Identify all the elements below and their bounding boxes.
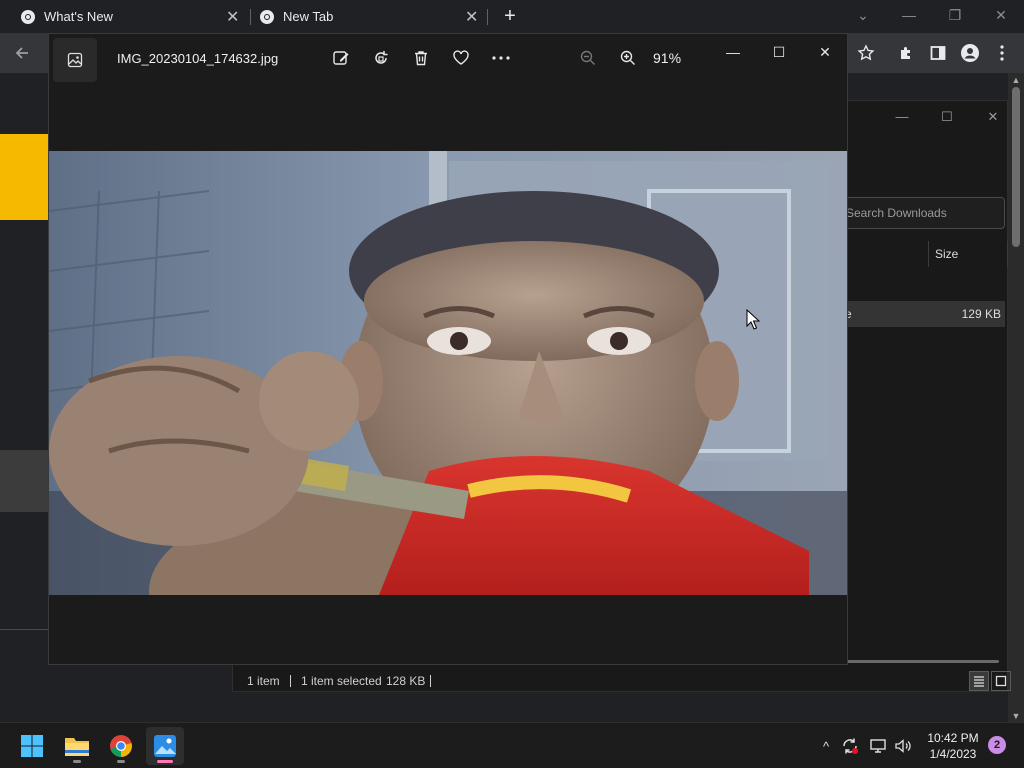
active-indicator	[157, 760, 173, 763]
page-scrollbar[interactable]: ▲ ▼	[1008, 73, 1024, 723]
sync-icon[interactable]	[840, 736, 860, 756]
back-arrow-icon[interactable]	[10, 41, 34, 65]
tab-whats-new[interactable]: What's New ✕	[20, 0, 250, 33]
taskbar-file-explorer[interactable]	[58, 727, 96, 765]
taskbar-photos[interactable]	[146, 727, 184, 765]
explorer-minimize-button[interactable]: —	[887, 109, 917, 125]
volume-icon[interactable]	[893, 736, 913, 756]
large-icons-view-icon	[995, 675, 1007, 687]
heart-icon	[453, 50, 469, 65]
network-icon[interactable]	[868, 736, 888, 756]
status-selected: 1 item selected	[301, 674, 382, 688]
status-selected-size: 128 KB	[386, 674, 426, 688]
side-panel-icon[interactable]	[926, 41, 950, 65]
status-item-count: 1 item	[247, 674, 280, 688]
start-button[interactable]	[13, 727, 51, 765]
windows-logo-icon	[21, 735, 43, 757]
chrome-favicon-icon	[21, 9, 35, 24]
column-divider[interactable]	[1007, 241, 1008, 267]
edit-image-icon	[333, 51, 349, 65]
taskbar: ^ 10:42 PM 1/4/2023 2	[0, 722, 1024, 768]
rotate-button[interactable]	[369, 46, 393, 70]
background-page-banner	[0, 134, 48, 220]
photos-maximize-button[interactable]: ☐	[765, 42, 793, 62]
photos-viewer-window: IMG_20230104_174632.jpg 91% — ☐ ✕	[48, 33, 848, 665]
photos-close-button[interactable]: ✕	[811, 42, 839, 62]
more-options-button[interactable]	[489, 46, 513, 70]
tab-title: What's New	[44, 9, 113, 24]
running-indicator	[117, 760, 125, 763]
profile-avatar-icon[interactable]	[958, 41, 982, 65]
photos-minimize-button[interactable]: —	[719, 42, 747, 62]
column-divider[interactable]	[928, 241, 929, 267]
explorer-maximize-button[interactable]: ☐	[932, 109, 962, 125]
browser-minimize-button[interactable]: —	[898, 4, 920, 26]
zoom-out-button[interactable]	[576, 46, 600, 70]
column-header-size[interactable]: Size	[935, 247, 958, 261]
trash-icon	[415, 51, 427, 66]
scroll-thumb[interactable]	[1012, 87, 1020, 247]
clock-date: 1/4/2023	[929, 747, 977, 761]
tab-search-dropdown-icon[interactable]: ⌄	[852, 4, 874, 26]
tab-separator	[487, 9, 488, 25]
more-dots-icon	[492, 56, 510, 60]
explorer-close-button[interactable]: ✕	[978, 109, 1008, 125]
new-tab-button[interactable]: +	[499, 4, 521, 28]
details-view-button[interactable]	[969, 671, 989, 691]
mouse-cursor-icon	[746, 309, 760, 330]
photo-filename: IMG_20230104_174632.jpg	[117, 51, 279, 66]
file-row[interactable]: e 129 KB	[837, 301, 1005, 327]
scroll-down-icon[interactable]: ▼	[1008, 711, 1024, 721]
favorite-button[interactable]	[449, 46, 473, 70]
zoom-out-icon	[580, 50, 595, 65]
zoom-in-button[interactable]	[616, 46, 640, 70]
photo-image[interactable]	[49, 151, 847, 595]
browser-menu-icon[interactable]	[990, 41, 1014, 65]
zoom-in-icon	[620, 50, 635, 65]
explorer-horizontal-scrollbar[interactable]	[847, 660, 999, 663]
browser-restore-button[interactable]: ❐	[944, 4, 966, 26]
status-separator	[290, 675, 291, 687]
large-icons-view-button[interactable]	[991, 671, 1011, 691]
photos-app-icon[interactable]	[53, 38, 97, 82]
tab-new-tab[interactable]: New Tab ✕	[259, 0, 489, 33]
delete-button[interactable]	[409, 46, 433, 70]
chrome-favicon-icon	[260, 9, 274, 24]
explorer-status-bar: 1 item 1 item selected 128 KB	[233, 669, 1011, 693]
running-indicator	[73, 760, 81, 763]
file-size: 129 KB	[961, 307, 1001, 321]
scroll-up-icon[interactable]: ▲	[1008, 75, 1024, 85]
edit-image-button[interactable]	[329, 46, 353, 70]
bookmark-star-icon[interactable]	[854, 41, 878, 65]
background-page-card	[0, 450, 48, 512]
taskbar-clock[interactable]: 10:42 PM 1/4/2023	[922, 730, 984, 762]
tab-title: New Tab	[283, 9, 334, 24]
folder-icon	[65, 738, 89, 756]
rotate-icon	[375, 51, 388, 64]
extensions-puzzle-icon[interactable]	[894, 41, 918, 65]
clock-time: 10:42 PM	[927, 731, 979, 745]
notification-badge[interactable]: 2	[988, 736, 1006, 754]
tab-separator	[250, 9, 251, 25]
tab-close-icon[interactable]: ✕	[465, 7, 478, 27]
explorer-search-input[interactable]: Search Downloads	[837, 197, 1005, 229]
status-separator	[430, 675, 431, 687]
browser-tabstrip: What's New ✕ New Tab ✕ + ⌄ — ❐ ✕	[0, 0, 1024, 33]
tab-close-icon[interactable]: ✕	[226, 7, 239, 27]
photos-app-icon	[154, 735, 176, 757]
chrome-logo-icon	[110, 735, 132, 757]
taskbar-chrome[interactable]	[102, 727, 140, 765]
zoom-level[interactable]: 91%	[653, 50, 681, 66]
browser-close-button[interactable]: ✕	[990, 4, 1012, 26]
details-view-icon	[974, 676, 984, 687]
tray-overflow-chevron-icon[interactable]: ^	[816, 736, 836, 756]
